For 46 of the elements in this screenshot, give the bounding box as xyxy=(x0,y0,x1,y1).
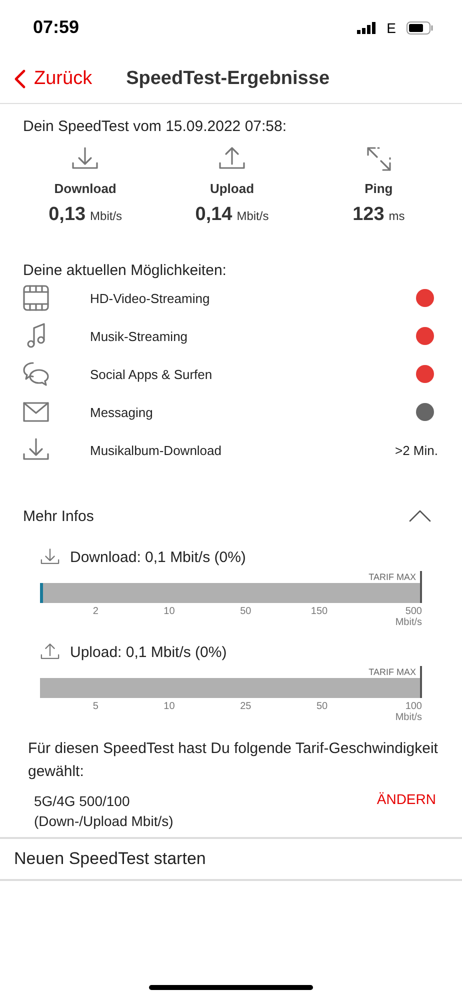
diagonal-arrows-icon xyxy=(364,145,393,173)
chat-bubbles-icon xyxy=(22,360,50,388)
metric-label: Ping xyxy=(364,181,393,196)
tick-label: 150 xyxy=(310,606,329,617)
upload-icon xyxy=(40,642,60,662)
chevron-left-icon xyxy=(14,69,26,89)
signal-icon xyxy=(356,22,377,34)
possibility-label: Messaging xyxy=(90,404,154,420)
tick-label: 10 xyxy=(162,606,176,617)
film-icon xyxy=(22,284,50,312)
change-link[interactable]: ÄNDERN xyxy=(376,791,436,807)
tick-label: 50 xyxy=(315,701,329,712)
possibility-label: Musik-Streaming xyxy=(90,328,189,344)
battery-icon xyxy=(406,20,434,34)
metric-value: 0,13 Mbit/s xyxy=(48,204,122,226)
meter-label: Download: 0,1 Mbit/s (0%) xyxy=(70,548,246,566)
metric-label: Upload xyxy=(210,181,254,196)
metric-value: 123 ms xyxy=(352,204,405,226)
tick-label: 5 xyxy=(92,701,100,712)
tariff-detail: (Down-/Upload Mbit/s) xyxy=(34,812,174,831)
unit-label: Mbit/s xyxy=(395,617,422,628)
duration-text: >2 Min. xyxy=(395,442,438,458)
meter-label: Upload: 0,1 Mbit/s (0%) xyxy=(70,644,227,660)
start-speedtest-item[interactable]: Neuen SpeedTest starten xyxy=(0,839,462,881)
download-icon xyxy=(40,547,60,567)
back-button[interactable]: Zurück xyxy=(0,68,92,90)
tick-label: 100 xyxy=(404,701,422,712)
status-time: 07:59 xyxy=(33,17,80,38)
metric-label: Download xyxy=(54,181,116,196)
section-heading: Deine aktuellen Möglichkeiten: xyxy=(22,261,228,279)
possibility-label: HD-Video-Streaming xyxy=(90,290,211,306)
tick-label: 10 xyxy=(162,701,176,712)
tick-label: 2 xyxy=(92,606,100,617)
tariff-name: 5G/4G 500/100 xyxy=(34,792,131,811)
more-info-toggle[interactable]: Mehr Infos xyxy=(0,499,462,533)
tariff-text: Für diesen SpeedTest hast Du folgende Tarif-Geschwindigkeit gewählt: xyxy=(27,739,439,782)
page-title: SpeedTest-Ergebnisse xyxy=(126,68,330,90)
possibility-label: Musikalbum-Download xyxy=(90,442,222,458)
tick-label: 500 xyxy=(404,606,422,617)
unit-label: Mbit/s xyxy=(395,712,422,723)
tick-label: 25 xyxy=(239,701,252,712)
result-heading: Dein SpeedTest vom 15.09.2022 07:58: xyxy=(22,117,288,135)
metric-value: 0,14 Mbit/s xyxy=(195,204,269,226)
tick-label: 50 xyxy=(239,606,252,617)
possibility-label: Social Apps & Surfen xyxy=(90,366,214,382)
network-type: E xyxy=(386,20,396,36)
